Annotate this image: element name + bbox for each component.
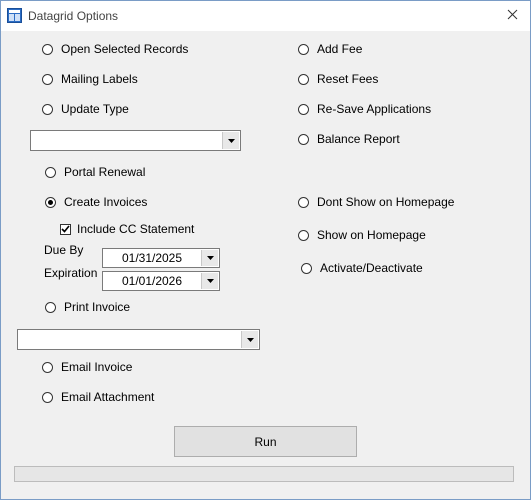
client-area: Open Selected Records Mailing Labels Upd…	[1, 31, 530, 499]
radio-label: Update Type	[61, 102, 129, 116]
radio-indicator	[301, 262, 312, 274]
radio-indicator	[298, 103, 309, 115]
radio-label: Print Invoice	[64, 300, 131, 314]
checkbox-box	[60, 223, 71, 235]
radio-label: Mailing Labels	[61, 72, 138, 86]
radio-add-fee[interactable]: Add Fee	[298, 41, 362, 57]
radio-indicator	[42, 361, 53, 373]
radio-activate-deactivate[interactable]: Activate/Deactivate	[301, 260, 423, 276]
radio-indicator	[298, 73, 309, 85]
expiration-date-picker[interactable]: 01/01/2026	[102, 271, 220, 291]
radio-indicator	[298, 43, 309, 55]
radio-indicator	[45, 166, 56, 178]
radio-balance-report[interactable]: Balance Report	[298, 131, 400, 147]
radio-indicator	[42, 73, 53, 85]
radio-label: Reset Fees	[317, 72, 379, 86]
update-type-select[interactable]	[30, 130, 241, 151]
due-by-value: 01/31/2025	[121, 251, 183, 265]
checkbox-include-cc-statement[interactable]: Include CC Statement	[60, 221, 194, 237]
chevron-down-icon[interactable]	[201, 250, 218, 266]
radio-indicator	[42, 103, 53, 115]
radio-label: Add Fee	[317, 42, 363, 56]
datagrid-options-window: Datagrid Options Open Selected Records M…	[0, 0, 531, 500]
radio-label: Re-Save Applications	[317, 102, 432, 116]
radio-email-invoice[interactable]: Email Invoice	[42, 359, 132, 375]
radio-reset-fees[interactable]: Reset Fees	[298, 71, 378, 87]
close-button[interactable]	[497, 4, 527, 28]
radio-indicator	[42, 43, 53, 55]
expiration-label: Expiration	[44, 266, 98, 280]
run-button[interactable]: Run	[174, 426, 357, 457]
radio-label: Activate/Deactivate	[320, 261, 423, 275]
radio-label: Open Selected Records	[61, 42, 189, 56]
close-icon	[507, 9, 518, 23]
radio-create-invoices[interactable]: Create Invoices	[45, 194, 147, 210]
radio-indicator	[298, 229, 309, 241]
chevron-down-icon[interactable]	[222, 132, 239, 149]
print-invoice-select[interactable]	[17, 329, 260, 350]
chevron-down-icon[interactable]	[201, 273, 218, 289]
radio-label: Balance Report	[317, 132, 400, 146]
checkbox-label: Include CC Statement	[77, 222, 195, 236]
radio-portal-renewal[interactable]: Portal Renewal	[45, 164, 145, 180]
radio-mailing-labels[interactable]: Mailing Labels	[42, 71, 138, 87]
radio-indicator	[298, 196, 309, 208]
radio-indicator	[298, 133, 309, 145]
radio-label: Create Invoices	[64, 195, 148, 209]
radio-indicator-selected	[45, 196, 56, 208]
radio-dont-show-on-homepage[interactable]: Dont Show on Homepage	[298, 194, 454, 210]
progress-bar	[14, 466, 514, 482]
expiration-value: 01/01/2026	[121, 274, 183, 288]
chevron-down-icon[interactable]	[241, 331, 258, 348]
radio-email-attachment[interactable]: Email Attachment	[42, 389, 154, 405]
radio-indicator	[45, 301, 56, 313]
due-by-date-picker[interactable]: 01/31/2025	[102, 248, 220, 268]
radio-update-type[interactable]: Update Type	[42, 101, 129, 117]
radio-label: Dont Show on Homepage	[317, 195, 455, 209]
check-icon	[61, 225, 70, 233]
title-bar: Datagrid Options	[1, 1, 530, 31]
radio-label: Show on Homepage	[317, 228, 426, 242]
window-title: Datagrid Options	[28, 9, 119, 23]
radio-indicator	[42, 391, 53, 403]
radio-label: Email Invoice	[61, 360, 133, 374]
app-icon	[7, 8, 22, 23]
radio-label: Email Attachment	[61, 390, 155, 404]
run-button-label: Run	[254, 434, 277, 449]
radio-re-save-applications[interactable]: Re-Save Applications	[298, 101, 431, 117]
radio-open-selected-records[interactable]: Open Selected Records	[42, 41, 188, 57]
radio-print-invoice[interactable]: Print Invoice	[45, 299, 130, 315]
radio-label: Portal Renewal	[64, 165, 146, 179]
radio-show-on-homepage[interactable]: Show on Homepage	[298, 227, 426, 243]
due-by-label: Due By	[44, 243, 84, 257]
